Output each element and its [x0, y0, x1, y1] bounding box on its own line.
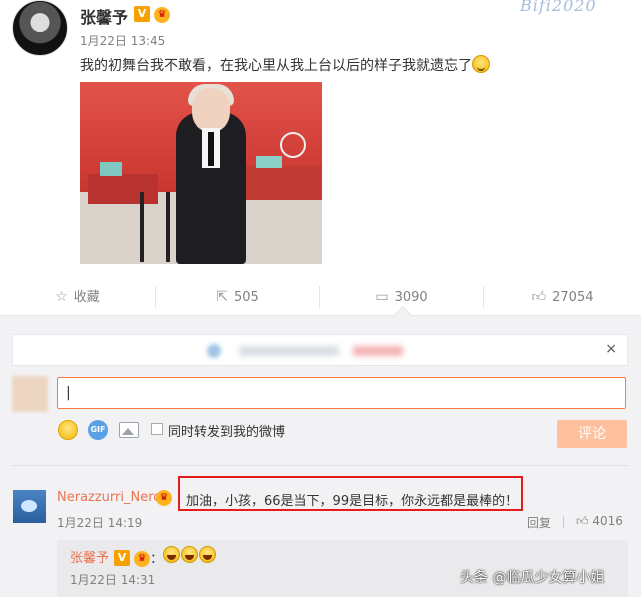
- member-medal-icon: ♛: [134, 551, 151, 567]
- member-medal-icon: ♛: [154, 7, 171, 23]
- notice-bar: ×: [12, 334, 628, 366]
- laugh-emoji-icon: [163, 546, 180, 563]
- laugh-emoji-icon: [181, 546, 198, 563]
- repost-label[interactable]: 同时转发到我的微博: [168, 421, 285, 440]
- verified-v-icon: V: [134, 6, 150, 22]
- repost-checkbox[interactable]: [151, 423, 163, 435]
- reply-emojis: [163, 546, 217, 563]
- close-icon[interactable]: ×: [605, 341, 617, 357]
- current-user-avatar: [12, 376, 48, 412]
- comment-like-count: 4016: [592, 514, 623, 528]
- comment-count: 3090: [394, 290, 428, 305]
- poster-username[interactable]: 张馨予: [80, 4, 128, 28]
- reply-username[interactable]: 张馨予: [70, 547, 109, 566]
- reply-button[interactable]: 回复: [527, 514, 551, 531]
- poster-badges: V ♛: [134, 6, 171, 23]
- verified-v-icon: V: [114, 550, 130, 566]
- laugh-emoji-icon: [199, 546, 216, 563]
- gif-icon[interactable]: GIF: [88, 420, 108, 440]
- commenter-avatar[interactable]: [13, 490, 46, 523]
- comment-input[interactable]: [57, 377, 626, 409]
- comment-icon: ▭: [375, 289, 389, 305]
- thumbs-up-icon: 👍︎: [531, 289, 547, 305]
- highlight-box: [178, 476, 523, 511]
- divider: [12, 465, 628, 466]
- reply-badges: V ♛：: [114, 548, 163, 567]
- submit-comment-button[interactable]: 评论: [557, 420, 627, 448]
- post-action-bar: ☆ 收藏 ⇱ 505 ▭ 3090 👍︎ 27054: [0, 278, 641, 316]
- favorite-button[interactable]: ☆ 收藏: [0, 278, 155, 316]
- post-photo[interactable]: [80, 82, 322, 264]
- reply-colon: ：: [150, 552, 164, 567]
- poster-avatar[interactable]: [12, 0, 68, 56]
- divider: [563, 516, 564, 528]
- star-icon: ☆: [55, 289, 68, 305]
- post-text-content: 我的初舞台我不敢看，在我心里从我上台以后的样子我就遗忘了: [80, 58, 472, 74]
- commenter-username[interactable]: Nerazzurri_Nero: [57, 490, 161, 505]
- share-button[interactable]: ⇱ 505: [156, 278, 319, 316]
- share-icon: ⇱: [216, 289, 228, 305]
- like-count: 27054: [552, 290, 594, 305]
- image-icon[interactable]: [119, 422, 139, 438]
- comment-like-button[interactable]: 👍︎ 4016: [576, 514, 623, 529]
- smile-emoji-icon: [472, 55, 490, 73]
- reply-timestamp: 1月22日 14:31: [70, 573, 156, 587]
- favorite-label: 收藏: [73, 290, 100, 305]
- post-timestamp[interactable]: 1月22日 13:45: [80, 32, 165, 49]
- like-button[interactable]: 👍︎ 27054: [484, 278, 641, 316]
- thumbs-up-icon: 👍︎: [576, 514, 593, 528]
- top-watermark: Bifi2020: [520, 0, 597, 15]
- member-medal-icon: ♛: [156, 490, 172, 506]
- emoji-icon[interactable]: [58, 420, 78, 440]
- comment-timestamp: 1月22日 14:19: [57, 516, 143, 530]
- bottom-watermark: 头条 @临瓜少女算小姐: [460, 570, 605, 586]
- share-count: 505: [233, 290, 259, 305]
- post-text: 我的初舞台我不敢看，在我心里从我上台以后的样子我就遗忘了: [80, 55, 490, 75]
